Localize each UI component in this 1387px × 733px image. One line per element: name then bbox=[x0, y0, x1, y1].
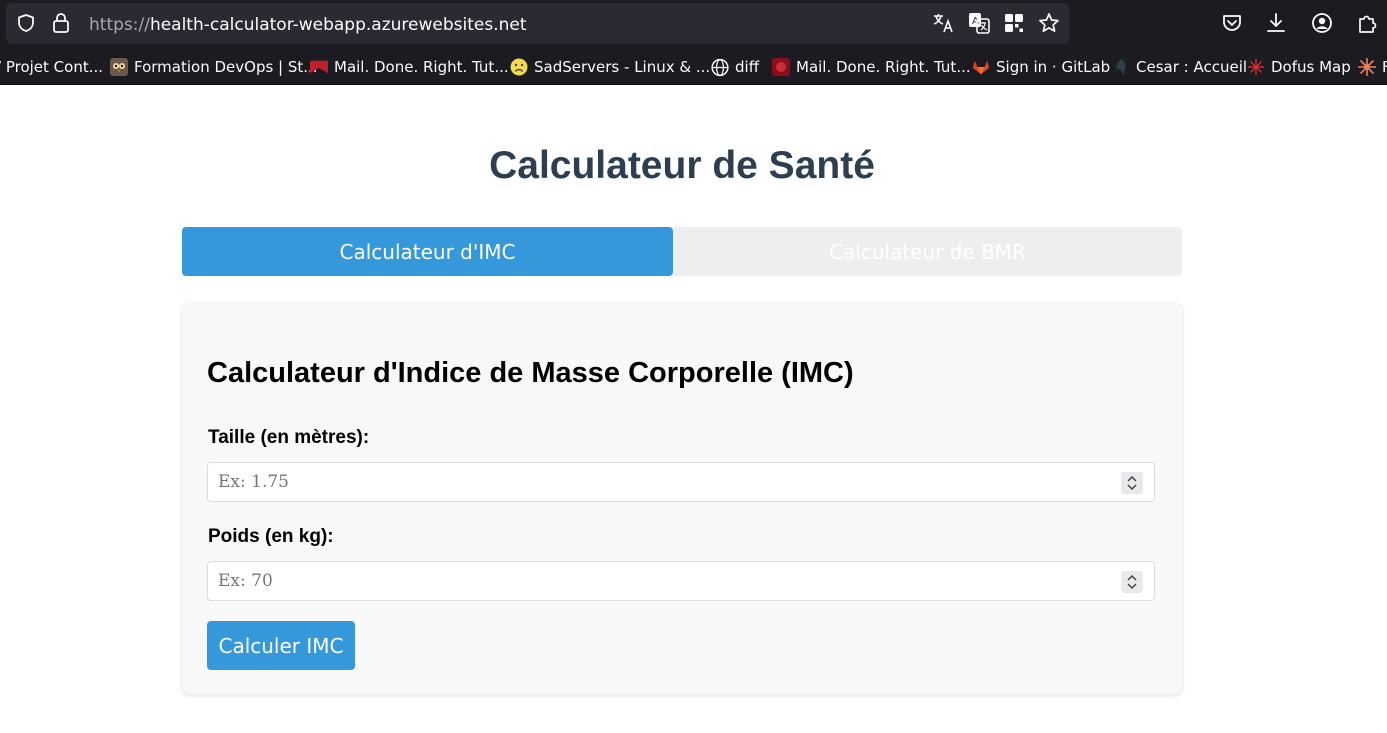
bookmark-label: SadServers - Linux & ... bbox=[534, 58, 711, 76]
bookmark-item[interactable]: / Projet Cont... bbox=[0, 50, 103, 84]
weight-input[interactable] bbox=[218, 562, 1098, 600]
height-input[interactable] bbox=[218, 463, 1098, 501]
gitlab-favicon bbox=[972, 58, 990, 76]
bookmark-label: Mail. Done. Right. Tut... bbox=[796, 58, 971, 76]
page-title: Calculateur de Santé bbox=[489, 144, 875, 187]
form-heading: Calculateur d'Indice de Masse Corporelle… bbox=[207, 357, 854, 389]
bookmark-item[interactable]: SadServers - Linux & ... bbox=[510, 50, 710, 84]
height-label: Taille (en mètres): bbox=[208, 427, 370, 448]
bookmarks-toolbar: / Projet Cont... Formation DevOps | St..… bbox=[0, 50, 1387, 85]
bookmark-label: diff bbox=[735, 58, 760, 76]
red-favicon bbox=[772, 58, 790, 76]
bookmark-item[interactable]: Cesar : Accueil bbox=[1112, 50, 1247, 84]
lock-icon[interactable] bbox=[51, 12, 71, 34]
sad-face-favicon bbox=[510, 58, 528, 76]
sun-favicon bbox=[1358, 58, 1376, 76]
bookmark-item[interactable]: Mail. Done. Right. Tut... bbox=[772, 50, 971, 84]
globe-icon bbox=[711, 58, 729, 76]
extensions-icon[interactable] bbox=[1356, 12, 1378, 34]
bookmark-item[interactable]: Formation DevOps | St... bbox=[110, 50, 318, 84]
translate-page-icon[interactable]: A bbox=[968, 12, 990, 34]
calculate-imc-button[interactable]: Calculer IMC bbox=[207, 621, 355, 670]
calculator-tabs: Calculateur d'IMC Calculateur de BMR bbox=[182, 227, 1182, 276]
bookmark-item[interactable]: Mail. Done. Right. Tut... bbox=[310, 50, 509, 84]
height-field[interactable] bbox=[207, 462, 1155, 502]
bookmark-star-icon[interactable] bbox=[1038, 12, 1060, 34]
spinner-arrows-icon bbox=[1127, 475, 1137, 491]
svg-text:A: A bbox=[972, 16, 979, 27]
bookmark-label: Formation DevOps | St... bbox=[134, 58, 318, 76]
bookmark-label: F bbox=[1382, 58, 1387, 76]
url-text[interactable]: https://health-calculator-webapp.azurewe… bbox=[89, 15, 527, 35]
qr-code-icon[interactable] bbox=[1004, 13, 1024, 33]
bookmark-label: Dofus Map bbox=[1271, 58, 1351, 76]
bookmark-label: Cesar : Accueil bbox=[1136, 58, 1248, 76]
tab-imc[interactable]: Calculateur d'IMC bbox=[182, 227, 673, 276]
owl-favicon bbox=[110, 58, 128, 76]
account-icon[interactable] bbox=[1311, 12, 1333, 34]
dofus-favicon bbox=[1247, 58, 1265, 76]
weight-field[interactable] bbox=[207, 561, 1155, 601]
browser-toolbar: https://health-calculator-webapp.azurewe… bbox=[0, 0, 1387, 50]
download-icon[interactable] bbox=[1265, 12, 1287, 34]
pocket-icon[interactable] bbox=[1221, 12, 1243, 34]
bookmark-item[interactable]: diff bbox=[711, 50, 759, 84]
address-bar[interactable]: https://health-calculator-webapp.azurewe… bbox=[6, 3, 1069, 44]
red-flag-favicon bbox=[310, 58, 328, 76]
bookmark-item[interactable]: F bbox=[1358, 50, 1387, 84]
bookmark-label: Mail. Done. Right. Tut... bbox=[334, 58, 509, 76]
cesar-favicon bbox=[1112, 58, 1130, 76]
bookmark-label: Sign in · GitLab bbox=[996, 58, 1111, 76]
bookmark-item[interactable]: Sign in · GitLab bbox=[972, 50, 1110, 84]
weight-label: Poids (en kg): bbox=[208, 526, 334, 547]
url-host: health-calculator-webapp.azurewebsites.n… bbox=[149, 15, 527, 35]
bookmark-item[interactable]: Dofus Map bbox=[1247, 50, 1351, 84]
url-protocol: https:// bbox=[89, 15, 150, 35]
height-spinner[interactable] bbox=[1121, 472, 1143, 494]
shield-icon[interactable] bbox=[16, 13, 36, 33]
bookmark-label: / Projet Cont... bbox=[0, 58, 104, 76]
tab-bmr[interactable]: Calculateur de BMR bbox=[673, 227, 1182, 276]
translate-icon[interactable] bbox=[932, 12, 954, 34]
imc-form-card: Calculateur d'Indice de Masse Corporelle… bbox=[182, 302, 1182, 694]
weight-spinner[interactable] bbox=[1121, 571, 1143, 593]
spinner-arrows-icon bbox=[1127, 574, 1137, 590]
